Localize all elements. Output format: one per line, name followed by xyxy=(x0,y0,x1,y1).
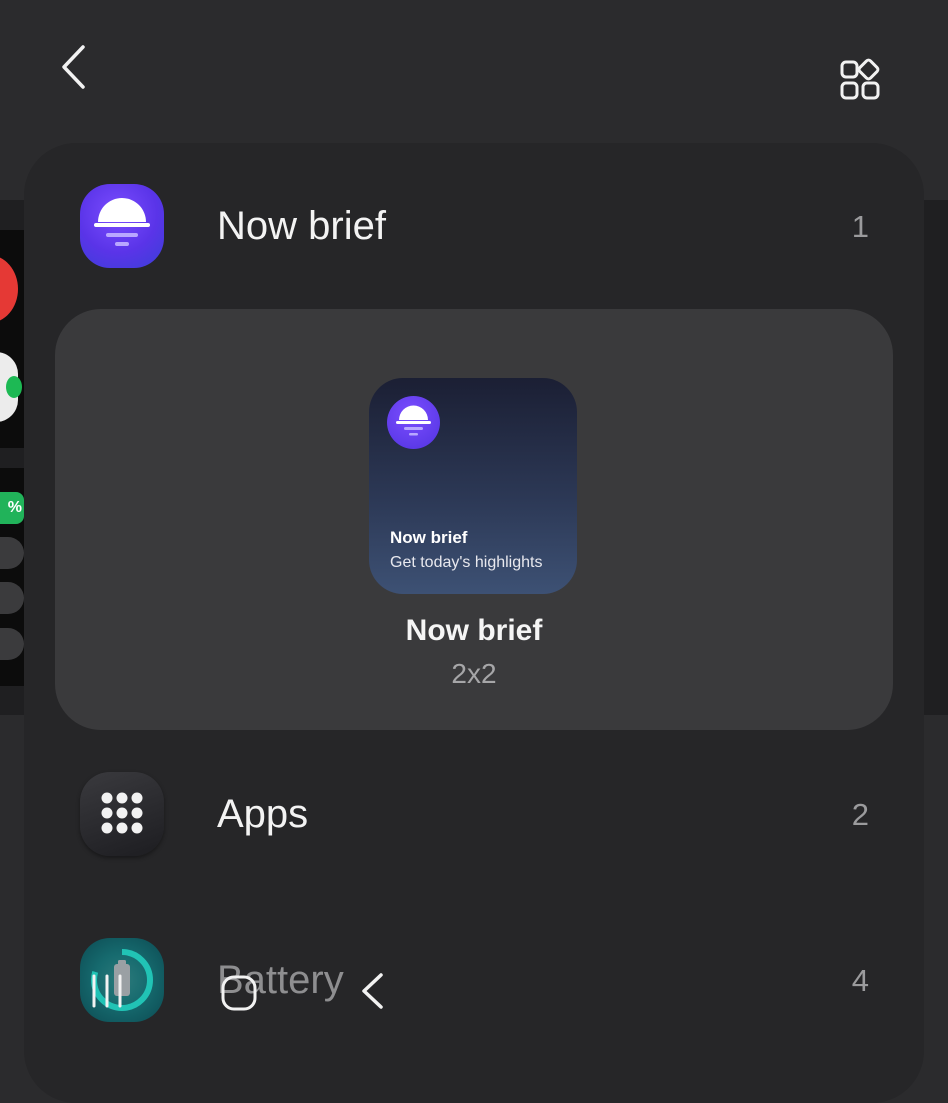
home-button[interactable] xyxy=(219,972,261,1014)
now-brief-icon xyxy=(80,184,164,268)
widget-count: 2 xyxy=(851,797,869,832)
recents-icon xyxy=(92,974,122,1008)
now-brief-icon xyxy=(387,396,440,449)
widget-preview-title: Now brief xyxy=(390,528,468,547)
back-button[interactable] xyxy=(58,44,94,90)
widget-row-apps[interactable]: Apps 2 xyxy=(24,755,924,875)
apps-dots-icon xyxy=(80,772,164,856)
widget-preview-subtitle: Get today's highlights xyxy=(390,554,543,571)
widget-row-now-brief[interactable]: Now brief 1 xyxy=(24,167,924,287)
widget-row-label: Now brief xyxy=(217,204,386,248)
widget-size: 2x2 xyxy=(451,658,497,689)
widget-layout-button[interactable] xyxy=(838,58,884,102)
apps-grid-icon xyxy=(840,58,880,100)
widget-count: 1 xyxy=(851,209,869,244)
home-icon xyxy=(221,975,257,1011)
widget-row-label: Apps xyxy=(217,792,309,836)
nav-back-button[interactable] xyxy=(357,970,389,1012)
navigation-bar xyxy=(0,958,948,1028)
widget-name: Now brief xyxy=(405,614,543,647)
widget-preview-card: Now brief Get today's highlights Now bri… xyxy=(55,309,893,730)
chevron-left-icon xyxy=(62,45,85,89)
now-brief-widget-preview[interactable]: Now brief Get today's highlights xyxy=(369,378,577,594)
back-icon xyxy=(362,973,383,1009)
recents-button[interactable] xyxy=(88,970,128,1012)
background-battery-badge: % xyxy=(0,492,24,524)
